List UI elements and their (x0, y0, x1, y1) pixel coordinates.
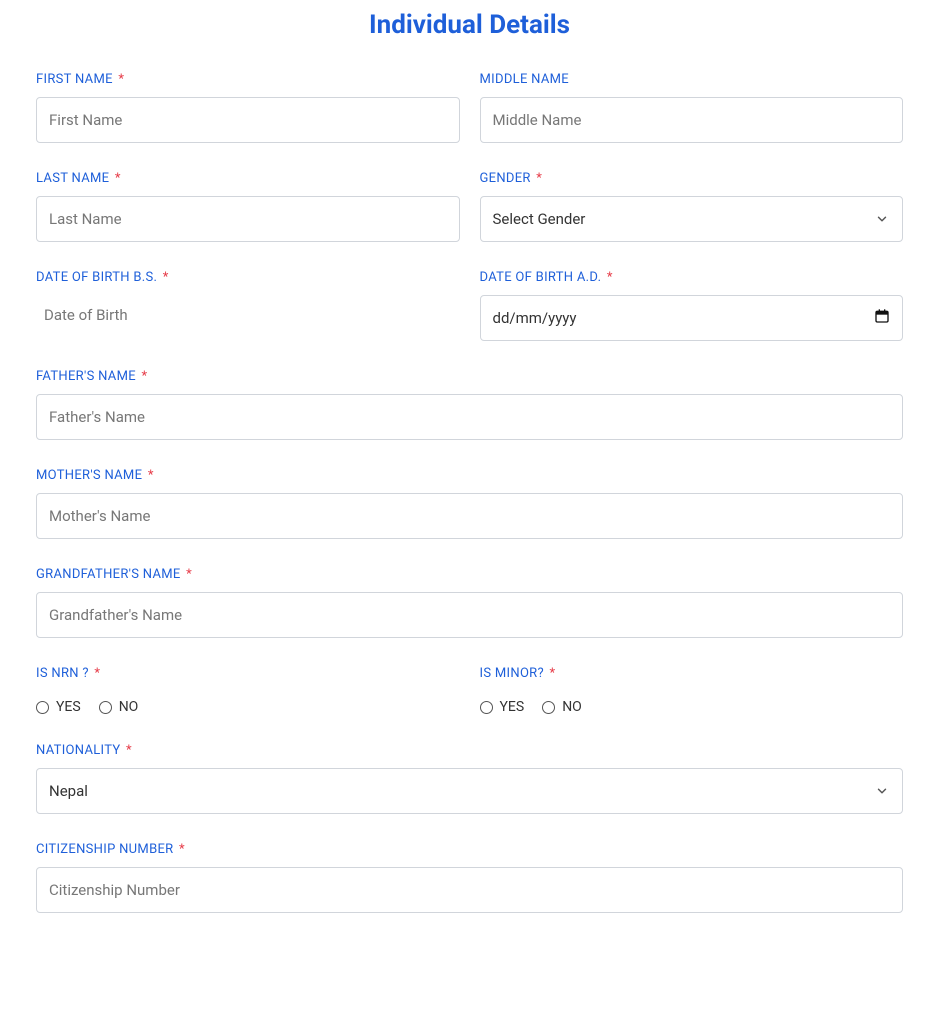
field-first-name: FIRST NAME * (36, 72, 460, 143)
required-marker: * (141, 369, 147, 384)
required-marker: * (179, 842, 185, 857)
label-dob-bs: DATE OF BIRTH B.S. * (36, 270, 460, 285)
radio-label: YES (500, 699, 525, 715)
radio-icon (542, 701, 555, 714)
field-middle-name: MIDDLE NAME (480, 72, 904, 143)
label-father-name: FATHER'S NAME * (36, 369, 903, 384)
nrn-yes-option[interactable]: YES (36, 699, 81, 715)
required-marker: * (126, 743, 132, 758)
calendar-icon (874, 308, 890, 328)
label-citizenship-number: CITIZENSHIP NUMBER * (36, 842, 903, 857)
gender-select[interactable]: Select Gender (480, 196, 904, 242)
field-is-nrn: IS NRN ? * YES NO (36, 666, 460, 715)
field-is-minor: IS MINOR? * YES NO (480, 666, 904, 715)
label-mother-name: MOTHER'S NAME * (36, 468, 903, 483)
label-first-name: FIRST NAME * (36, 72, 460, 87)
radio-icon (36, 701, 49, 714)
label-last-name: LAST NAME * (36, 171, 460, 186)
father-name-input[interactable] (36, 394, 903, 440)
field-citizenship-number: CITIZENSHIP NUMBER * (36, 842, 903, 913)
label-dob-ad: DATE OF BIRTH A.D. * (480, 270, 904, 285)
required-marker: * (549, 666, 555, 681)
radio-label: NO (119, 699, 139, 715)
field-last-name: LAST NAME * (36, 171, 460, 242)
minor-yes-option[interactable]: YES (480, 699, 525, 715)
field-dob-ad: DATE OF BIRTH A.D. * dd/mm/yyyy (480, 270, 904, 341)
radio-icon (480, 701, 493, 714)
required-marker: * (115, 171, 121, 186)
minor-no-option[interactable]: NO (542, 699, 582, 715)
field-nationality: NATIONALITY * Nepal (36, 743, 903, 814)
radio-icon (99, 701, 112, 714)
nrn-no-option[interactable]: NO (99, 699, 139, 715)
required-marker: * (148, 468, 154, 483)
label-nationality: NATIONALITY * (36, 743, 903, 758)
field-grandfather-name: GRANDFATHER'S NAME * (36, 567, 903, 638)
radio-label: YES (56, 699, 81, 715)
required-marker: * (118, 72, 124, 87)
label-gender: GENDER * (480, 171, 904, 186)
required-marker: * (186, 567, 192, 582)
first-name-input[interactable] (36, 97, 460, 143)
middle-name-input[interactable] (480, 97, 904, 143)
required-marker: * (163, 270, 169, 285)
dob-ad-placeholder: dd/mm/yyyy (493, 309, 577, 327)
required-marker: * (607, 270, 613, 285)
required-marker: * (94, 666, 100, 681)
field-father-name: FATHER'S NAME * (36, 369, 903, 440)
field-mother-name: MOTHER'S NAME * (36, 468, 903, 539)
radio-label: NO (562, 699, 582, 715)
label-is-nrn: IS NRN ? * (36, 666, 460, 681)
grandfather-name-input[interactable] (36, 592, 903, 638)
dob-ad-input[interactable]: dd/mm/yyyy (480, 295, 904, 341)
page-title: Individual Details (36, 10, 903, 40)
field-gender: GENDER * Select Gender (480, 171, 904, 242)
label-middle-name: MIDDLE NAME (480, 72, 904, 87)
dob-bs-input[interactable] (36, 295, 460, 335)
mother-name-input[interactable] (36, 493, 903, 539)
required-marker: * (536, 171, 542, 186)
citizenship-number-input[interactable] (36, 867, 903, 913)
label-grandfather-name: GRANDFATHER'S NAME * (36, 567, 903, 582)
last-name-input[interactable] (36, 196, 460, 242)
nationality-select[interactable]: Nepal (36, 768, 903, 814)
label-is-minor: IS MINOR? * (480, 666, 904, 681)
field-dob-bs: DATE OF BIRTH B.S. * (36, 270, 460, 341)
